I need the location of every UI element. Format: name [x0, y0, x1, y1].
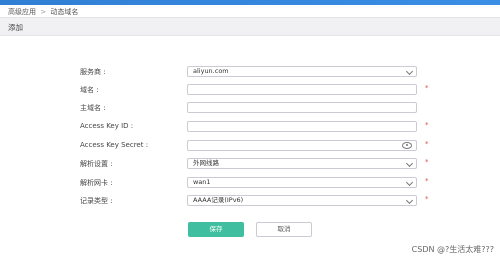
- section-header: 添加: [0, 17, 500, 36]
- chevron-down-icon: [405, 178, 414, 187]
- resolve-nic-row: 解析网卡 : wan1 *: [0, 176, 500, 190]
- breadcrumb: 高级应用 > 动态域名: [8, 7, 78, 17]
- domain-label: 域名 :: [80, 86, 99, 94]
- record-type-row: 记录类型 : AAAA记录(IPv6) *: [0, 194, 500, 208]
- access-key-id-label: Access Key ID :: [80, 122, 134, 130]
- resolve-setting-select[interactable]: 外网线路: [187, 158, 417, 169]
- host-row: 主域名 :: [0, 101, 500, 115]
- watermark: CSDN @?生活太难???: [411, 245, 494, 254]
- required-mark: *: [425, 121, 429, 129]
- breadcrumb-parent[interactable]: 高级应用: [8, 8, 36, 16]
- required-mark: *: [425, 158, 429, 166]
- breadcrumb-separator: >: [40, 8, 47, 16]
- record-type-label: 记录类型 :: [80, 197, 113, 205]
- provider-select[interactable]: aliyun.com: [187, 66, 417, 77]
- access-key-id-input[interactable]: [187, 121, 417, 132]
- access-key-id-row: Access Key ID : *: [0, 120, 500, 134]
- domain-input[interactable]: [187, 84, 417, 95]
- resolve-setting-label: 解析设置 :: [80, 160, 113, 168]
- cancel-button[interactable]: 取消: [256, 222, 312, 237]
- required-mark: *: [425, 140, 429, 148]
- eye-icon[interactable]: [402, 142, 412, 149]
- chevron-down-icon: [405, 159, 414, 168]
- top-accent-bar: [0, 0, 500, 5]
- breadcrumb-current: 动态域名: [50, 8, 79, 16]
- provider-label: 服务商 :: [80, 68, 106, 76]
- required-mark: *: [425, 84, 429, 92]
- record-type-select[interactable]: AAAA记录(IPv6): [187, 195, 417, 206]
- save-button[interactable]: 保存: [188, 222, 244, 237]
- resolve-setting-row: 解析设置 : 外网线路 *: [0, 157, 500, 171]
- host-input[interactable]: [187, 102, 417, 113]
- resolve-nic-label: 解析网卡 :: [80, 179, 113, 187]
- access-key-secret-label: Access Key Secret :: [80, 141, 149, 149]
- chevron-down-icon: [405, 196, 414, 205]
- domain-row: 域名 : *: [0, 83, 500, 97]
- provider-value: aliyun.com: [193, 67, 229, 75]
- access-key-secret-row: Access Key Secret : *: [0, 139, 500, 153]
- record-type-value: AAAA记录(IPv6): [193, 196, 244, 204]
- section-title: 添加: [8, 23, 23, 32]
- resolve-setting-value: 外网线路: [193, 159, 219, 167]
- host-label: 主域名 :: [80, 104, 106, 112]
- access-key-secret-input[interactable]: [187, 140, 417, 151]
- resolve-nic-value: wan1: [193, 178, 211, 186]
- required-mark: *: [425, 177, 429, 185]
- required-mark: *: [425, 195, 429, 203]
- resolve-nic-select[interactable]: wan1: [187, 177, 417, 188]
- provider-row: 服务商 : aliyun.com: [0, 65, 500, 79]
- chevron-down-icon: [405, 67, 414, 76]
